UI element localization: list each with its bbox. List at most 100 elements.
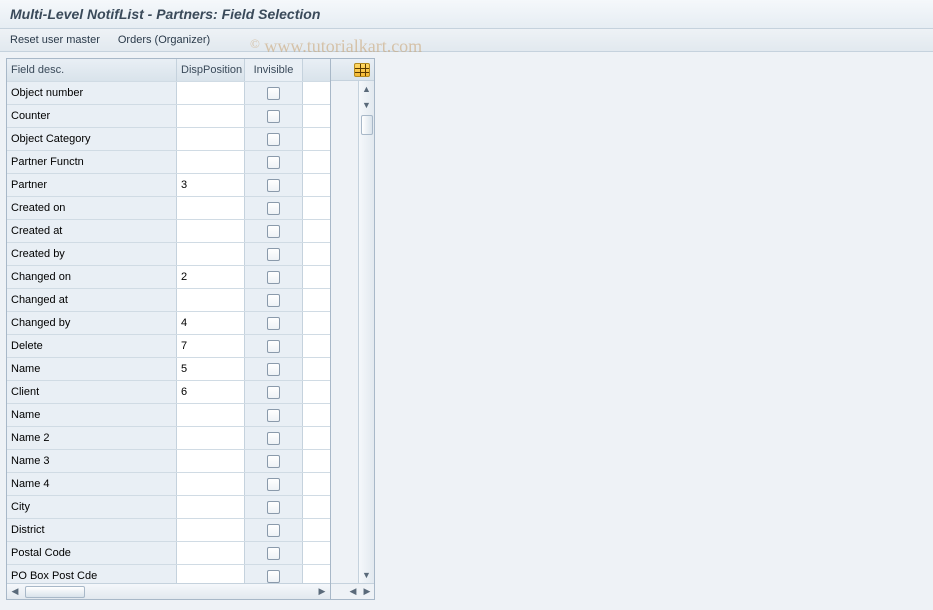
disp-position-input[interactable] [181, 110, 240, 122]
field-desc-cell[interactable]: Name 4 [7, 473, 177, 495]
disp-position-input[interactable] [181, 133, 240, 145]
disp-position-input[interactable] [181, 156, 240, 168]
disp-position-cell[interactable] [177, 289, 245, 311]
disp-position-cell[interactable] [177, 220, 245, 242]
disp-position-cell[interactable] [177, 197, 245, 219]
field-desc-cell[interactable]: Changed on [7, 266, 177, 288]
field-desc-cell[interactable]: Changed by [7, 312, 177, 334]
invisible-checkbox[interactable] [267, 386, 280, 399]
field-desc-cell[interactable]: Name 3 [7, 450, 177, 472]
field-desc-cell[interactable]: Created at [7, 220, 177, 242]
hscroll-track[interactable] [23, 586, 314, 598]
disp-position-cell[interactable] [177, 266, 245, 288]
disp-position-cell[interactable] [177, 381, 245, 403]
invisible-checkbox[interactable] [267, 248, 280, 261]
field-desc-cell[interactable]: Counter [7, 105, 177, 127]
disp-position-input[interactable] [181, 317, 240, 329]
field-desc-cell[interactable]: Created by [7, 243, 177, 265]
invisible-checkbox[interactable] [267, 110, 280, 123]
scroll-left-icon[interactable]: ◀ [7, 585, 23, 599]
disp-position-input[interactable] [181, 524, 240, 536]
disp-position-input[interactable] [181, 179, 240, 191]
invisible-checkbox[interactable] [267, 340, 280, 353]
invisible-checkbox[interactable] [267, 202, 280, 215]
vscroll-track[interactable] [361, 113, 373, 567]
invisible-checkbox[interactable] [267, 455, 280, 468]
disp-position-input[interactable] [181, 87, 240, 99]
invisible-checkbox[interactable] [267, 478, 280, 491]
disp-position-cell[interactable] [177, 427, 245, 449]
scroll-right-icon[interactable]: ▶ [314, 585, 330, 599]
vertical-scrollbar[interactable]: ▲ ▼ ▼ [358, 81, 374, 583]
invisible-checkbox[interactable] [267, 432, 280, 445]
field-desc-cell[interactable]: Object Category [7, 128, 177, 150]
field-desc-cell[interactable]: City [7, 496, 177, 518]
disp-position-input[interactable] [181, 570, 240, 582]
disp-position-cell[interactable] [177, 174, 245, 196]
invisible-checkbox[interactable] [267, 133, 280, 146]
side-scroll-right-icon[interactable]: ▶ [360, 585, 374, 599]
disp-position-cell[interactable] [177, 312, 245, 334]
field-desc-cell[interactable]: Created on [7, 197, 177, 219]
field-desc-cell[interactable]: Client [7, 381, 177, 403]
invisible-checkbox[interactable] [267, 317, 280, 330]
scroll-up-icon[interactable]: ▲ [360, 81, 374, 97]
side-scroll-left-icon[interactable]: ◀ [346, 585, 360, 599]
field-desc-cell[interactable]: Partner Functn [7, 151, 177, 173]
invisible-checkbox[interactable] [267, 547, 280, 560]
disp-position-input[interactable] [181, 271, 240, 283]
disp-position-input[interactable] [181, 225, 240, 237]
disp-position-cell[interactable] [177, 335, 245, 357]
disp-position-input[interactable] [181, 409, 240, 421]
disp-position-input[interactable] [181, 501, 240, 513]
disp-position-cell[interactable] [177, 450, 245, 472]
scroll-down-icon[interactable]: ▼ [360, 97, 374, 113]
invisible-checkbox[interactable] [267, 225, 280, 238]
invisible-checkbox[interactable] [267, 363, 280, 376]
disp-position-input[interactable] [181, 294, 240, 306]
disp-position-input[interactable] [181, 386, 240, 398]
field-desc-cell[interactable]: Name 2 [7, 427, 177, 449]
disp-position-input[interactable] [181, 478, 240, 490]
field-desc-cell[interactable]: District [7, 519, 177, 541]
disp-position-input[interactable] [181, 248, 240, 260]
field-desc-cell[interactable]: Name [7, 358, 177, 380]
disp-position-input[interactable] [181, 547, 240, 559]
disp-position-cell[interactable] [177, 473, 245, 495]
field-desc-cell[interactable]: Delete [7, 335, 177, 357]
orders-organizer-button[interactable]: Orders (Organizer) [118, 34, 210, 46]
disp-position-cell[interactable] [177, 404, 245, 426]
disp-position-cell[interactable] [177, 243, 245, 265]
disp-position-input[interactable] [181, 340, 240, 352]
field-desc-cell[interactable]: Postal Code [7, 542, 177, 564]
invisible-checkbox[interactable] [267, 294, 280, 307]
disp-position-cell[interactable] [177, 82, 245, 104]
invisible-checkbox[interactable] [267, 409, 280, 422]
invisible-checkbox[interactable] [267, 87, 280, 100]
col-header-field[interactable]: Field desc. [7, 59, 177, 81]
invisible-checkbox[interactable] [267, 156, 280, 169]
field-desc-cell[interactable]: Object number [7, 82, 177, 104]
table-settings-icon[interactable] [354, 63, 370, 77]
invisible-checkbox[interactable] [267, 570, 280, 583]
disp-position-input[interactable] [181, 202, 240, 214]
disp-position-input[interactable] [181, 432, 240, 444]
disp-position-cell[interactable] [177, 128, 245, 150]
field-desc-cell[interactable]: Changed at [7, 289, 177, 311]
disp-position-cell[interactable] [177, 151, 245, 173]
disp-position-input[interactable] [181, 455, 240, 467]
hscroll-thumb[interactable] [25, 586, 85, 598]
invisible-checkbox[interactable] [267, 179, 280, 192]
field-desc-cell[interactable]: Partner [7, 174, 177, 196]
scroll-down-bottom-icon[interactable]: ▼ [360, 567, 374, 583]
col-header-invisible[interactable]: Invisible [245, 59, 303, 81]
field-desc-cell[interactable]: Name [7, 404, 177, 426]
invisible-checkbox[interactable] [267, 271, 280, 284]
reset-user-master-button[interactable]: Reset user master [10, 34, 100, 46]
disp-position-cell[interactable] [177, 105, 245, 127]
disp-position-input[interactable] [181, 363, 240, 375]
disp-position-cell[interactable] [177, 496, 245, 518]
horizontal-scrollbar[interactable]: ◀ ▶ [7, 583, 330, 599]
disp-position-cell[interactable] [177, 519, 245, 541]
disp-position-cell[interactable] [177, 565, 245, 583]
